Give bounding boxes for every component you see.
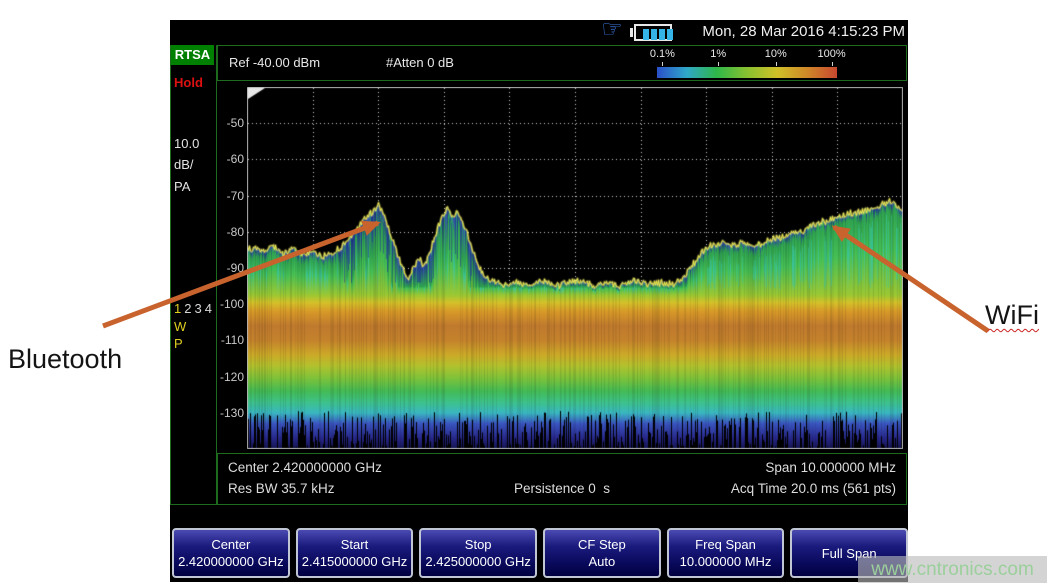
softkey-stop[interactable]: Stop2.425000000 GHz [419,528,537,578]
ref-level-label: Ref -40.00 dBm [229,55,320,70]
mode-badge: RTSA [171,45,214,65]
y-axis-tick-label: -80 [210,225,244,239]
trace-numbers: 1234 [174,301,215,316]
softkey-value: 10.000000 MHz [680,553,772,570]
trace-digit: 3 [194,301,204,316]
y-axis-tick-label: -70 [210,189,244,203]
colorbar-tick-labels: 0.1%1%10%100% [657,48,839,61]
softkey-value: 2.425000000 GHz [425,553,531,570]
softkey-value: 2.415000000 GHz [302,553,408,570]
softkey-freq-span[interactable]: Freq Span10.000000 MHz [667,528,785,578]
y-axis-tick-label: -110 [210,333,244,347]
y-axis-tick-label: -60 [210,152,244,166]
softkey-label: CF Step [578,536,626,553]
sidebar: RTSA Hold 10.0 dB/ PA 1234 W P [170,45,217,505]
softkey-value: 2.420000000 GHz [178,553,284,570]
persistence-spectrum-plot [247,87,903,449]
softkey-label: Start [341,536,368,553]
y-axis-tick-label: -130 [210,406,244,420]
colorbar-tick [832,62,833,66]
colorbar-tick [718,62,719,66]
sweep-state-label: Hold [174,75,203,90]
colorbar-tick [662,62,663,66]
bluetooth-annotation-label: Bluetooth [8,344,122,375]
trace-digit: 1 [174,301,184,316]
softkey-label: Freq Span [695,536,756,553]
datetime-text: Mon, 28 Mar 2016 4:15:23 PM [645,23,905,40]
atten-label: #Atten 0 dB [386,55,454,70]
analyzer-screen: ☞ Mon, 28 Mar 2016 4:15:23 PM RTSA Hold … [170,20,908,582]
preamp-label: PA [174,179,190,194]
softkey-label: Stop [465,536,492,553]
watermark: www.cntronics.com [858,556,1047,583]
colorbar-tick-label: 10% [765,48,787,60]
softkey-center[interactable]: Center2.420000000 GHz [172,528,290,578]
softkey-row: Center2.420000000 GHzStart2.415000000 GH… [172,528,908,578]
colorbar-tick-label: 0.1% [650,48,675,60]
display-mode-label: P [174,336,183,351]
header-box: Ref -40.00 dBm #Atten 0 dB 0.1% 1% 10% 100% [217,45,907,81]
trace-digit: 2 [184,301,194,316]
colorbar-tick-label: 100% [818,48,846,60]
colorbar-tick-label: 1% [710,48,726,60]
softkey-cf-step[interactable]: CF StepAuto [543,528,661,578]
softkey-start[interactable]: Start2.415000000 GHz [296,528,414,578]
y-axis-tick-label: -120 [210,370,244,384]
scale-unit-label: dB/ [174,157,194,172]
info-panel: Center 2.420000000 GHz Span 10.000000 MH… [217,453,907,505]
scale-value-label: 10.0 [174,136,199,151]
y-axis-tick-label: -90 [210,261,244,275]
colorbar-gradient [657,67,837,78]
detector-label: W [174,319,186,334]
hand-icon: ☞ [597,17,627,43]
wifi-annotation-label: WiFi [985,300,1039,331]
y-axis-tick-label: -100 [210,297,244,311]
colorbar-tick [776,62,777,66]
y-axis-tick-label: -50 [210,116,244,130]
center-freq-readout: Center 2.420000000 GHz [228,460,382,475]
page: ☞ Mon, 28 Mar 2016 4:15:23 PM RTSA Hold … [0,0,1047,587]
status-bar: ☞ Mon, 28 Mar 2016 4:15:23 PM [170,20,908,45]
softkey-value: Auto [588,553,615,570]
softkey-label: Center [211,536,250,553]
span-readout: Span 10.000000 MHz [765,460,896,475]
acq-time-readout: Acq Time 20.0 ms (561 pts) [731,481,896,496]
density-colorbar: 0.1%1%10%100% [657,48,839,79]
